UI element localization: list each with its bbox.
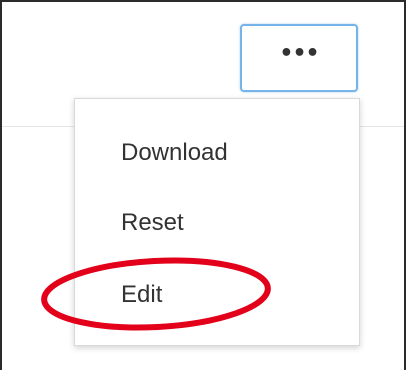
ellipsis-icon: ••• [279,41,319,66]
more-options-button[interactable]: ••• [240,24,358,92]
menu-item-download[interactable]: Download [75,123,359,183]
more-options-menu: Download Reset Edit [74,98,360,346]
menu-item-reset[interactable]: Reset [75,193,359,253]
menu-item-edit[interactable]: Edit [75,265,359,325]
